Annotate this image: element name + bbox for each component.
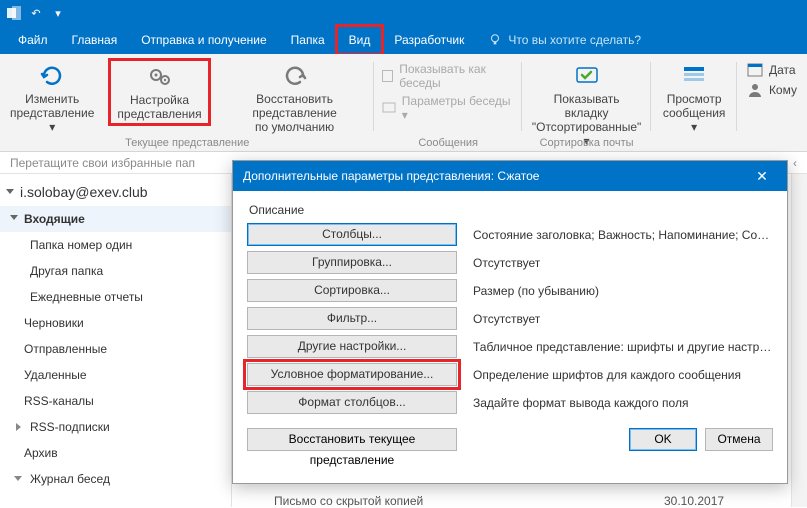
checkbox-icon (382, 70, 393, 82)
columns-button[interactable]: Столбцы... (247, 223, 457, 246)
ok-button[interactable]: OK (629, 428, 697, 451)
message-preview-button[interactable]: Просмотр сообщения ▾ (661, 58, 727, 134)
outlook-app-icon (6, 5, 22, 21)
fieldset-label: Описание (249, 203, 773, 217)
ribbon-group-label-sort: Сортировка почты (522, 137, 651, 149)
gears-icon (146, 63, 174, 91)
other-settings-button[interactable]: Другие настройки... (247, 335, 457, 358)
sidebar-item-folder2[interactable]: Другая папка (0, 258, 231, 284)
filter-button[interactable]: Фильтр... (247, 307, 457, 330)
calendar-icon (747, 62, 763, 78)
columns-desc: Состояние заголовка; Важность; Напоминан… (473, 228, 773, 242)
change-view-button[interactable]: Изменить представление ▾ (10, 58, 94, 134)
sidebar-item-rss-subs[interactable]: RSS-подписки (0, 414, 231, 440)
reset-current-view-button[interactable]: Восстановить текущее представление (247, 428, 457, 451)
sort-desc: Размер (по убыванию) (473, 284, 773, 298)
conversation-settings: Параметры беседы ▾ (382, 94, 513, 122)
chevron-left-icon[interactable]: ‹ (793, 156, 797, 170)
sidebar-item-archive[interactable]: Архив (0, 440, 231, 466)
menu-home[interactable]: Главная (60, 26, 130, 54)
close-icon[interactable]: ✕ (747, 168, 777, 185)
ribbon-group-arrangement: Дата Кому (737, 54, 807, 151)
reset-view-button[interactable]: Восстановить представление по умолчанию (225, 58, 365, 134)
sidebar-item-inbox[interactable]: Входящие (0, 206, 231, 232)
sidebar-item-drafts[interactable]: Черновики (0, 310, 231, 336)
other-settings-desc: Табличное представление: шрифты и другие… (473, 340, 773, 354)
menu-file[interactable]: Файл (6, 26, 60, 54)
preview-icon (680, 62, 708, 90)
ribbon-group-label-current-view: Текущее представление (0, 137, 374, 149)
format-columns-button[interactable]: Формат столбцов... (247, 391, 457, 414)
qat-undo-icon[interactable]: ↶ (28, 5, 44, 21)
person-icon (747, 82, 763, 98)
menu-send-receive[interactable]: Отправка и получение (129, 26, 278, 54)
ribbon-group-messages: Показывать как беседы Параметры беседы ▾… (374, 54, 521, 151)
ribbon-group-label-messages: Сообщения (374, 137, 521, 149)
ribbon-group-current-view: Изменить представление ▾ Настройка предс… (0, 54, 374, 151)
conversation-icon (382, 101, 395, 115)
sidebar-item-conversation-log[interactable]: Журнал бесед (0, 466, 231, 492)
refresh-icon (38, 62, 66, 90)
checkmark-tab-icon (573, 62, 601, 90)
message-subject: Письмо со скрытой копией (274, 494, 423, 508)
arrange-to-button[interactable]: Кому (747, 82, 797, 98)
scrollbar[interactable] (791, 174, 807, 507)
folder-sidebar: i.solobay@exev.club Входящие Папка номер… (0, 174, 232, 507)
sidebar-item-daily-reports[interactable]: Ежедневные отчеты (0, 284, 231, 310)
view-settings-button[interactable]: Настройка представления (108, 58, 210, 126)
group-by-desc: Отсутствует (473, 256, 773, 270)
menu-view[interactable]: Вид (337, 26, 383, 54)
advanced-view-settings-dialog: Дополнительные параметры представления: … (232, 160, 788, 484)
sidebar-item-rss-channels[interactable]: RSS-каналы (0, 388, 231, 414)
ribbon: Изменить представление ▾ Настройка предс… (0, 54, 807, 152)
favorites-hint: Перетащите свои избранные пап (10, 156, 195, 170)
tell-me[interactable]: Что вы хотите сделать? (488, 26, 641, 54)
qat-customize-icon[interactable]: ▾ (50, 5, 66, 21)
show-as-conversations: Показывать как беседы (382, 62, 513, 90)
title-bar: ↶ ▾ (0, 0, 807, 26)
format-columns-desc: Задайте формат вывода каждого поля (473, 396, 773, 410)
message-date: 30.10.2017 (664, 494, 724, 508)
sidebar-item-deleted[interactable]: Удаленные (0, 362, 231, 388)
dialog-title: Дополнительные параметры представления: … (243, 169, 539, 183)
menu-developer[interactable]: Разработчик (382, 26, 476, 54)
menu-folder[interactable]: Папка (279, 26, 337, 54)
arrange-date-button[interactable]: Дата (747, 62, 797, 78)
message-list-row[interactable]: Письмо со скрытой копией 30.10.2017 (274, 494, 423, 508)
reset-icon (281, 62, 309, 90)
sort-button[interactable]: Сортировка... (247, 279, 457, 302)
conditional-formatting-desc: Определение шрифтов для каждого сообщени… (473, 368, 773, 382)
ribbon-group-preview: Просмотр сообщения ▾ (651, 54, 737, 151)
conditional-formatting-button[interactable]: Условное форматирование... (247, 363, 457, 386)
group-by-button[interactable]: Группировка... (247, 251, 457, 274)
dialog-titlebar[interactable]: Дополнительные параметры представления: … (233, 161, 787, 191)
show-sorted-tab-button[interactable]: Показывать вкладку "Отсортированные" ▾ (532, 58, 641, 148)
filter-desc: Отсутствует (473, 312, 773, 326)
ribbon-group-sort: Показывать вкладку "Отсортированные" ▾ С… (522, 54, 651, 151)
cancel-button[interactable]: Отмена (705, 428, 773, 451)
menu-bar: Файл Главная Отправка и получение Папка … (0, 26, 807, 54)
account-node[interactable]: i.solobay@exev.club (0, 174, 231, 206)
tell-me-label: Что вы хотите сделать? (508, 33, 641, 47)
sidebar-item-folder1[interactable]: Папка номер один (0, 232, 231, 258)
sidebar-item-sent[interactable]: Отправленные (0, 336, 231, 362)
lightbulb-icon (488, 33, 502, 47)
